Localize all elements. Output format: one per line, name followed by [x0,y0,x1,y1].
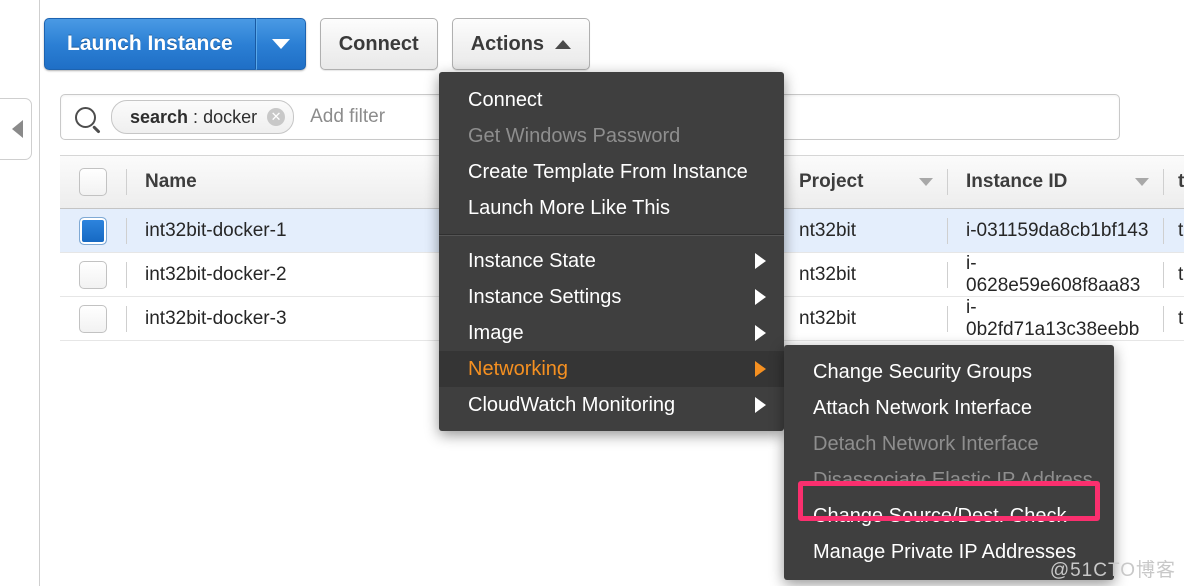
cell-name: int32bit-docker-3 [145,307,287,329]
filter-token-separator: : [193,106,199,127]
menu-item-label: Manage Private IP Addresses [813,540,1077,563]
triangle-left-icon [12,120,23,138]
connect-button[interactable]: Connect [319,18,438,70]
sidebar-collapse-handle[interactable] [0,98,32,160]
filter-token-value: docker [203,106,258,127]
cell-truncated: t [1178,219,1184,241]
submenu-item-change-security-groups[interactable]: Change Security Groups [784,354,1114,390]
actions-button[interactable]: Actions [451,18,591,70]
menu-divider [439,234,784,236]
actions-button-label: Actions [470,32,545,55]
cell-project: nt32bit [799,219,857,241]
submenu-item-attach-network-interface[interactable]: Attach Network Interface [784,390,1114,426]
menu-item-label: Change Security Groups [813,360,1033,383]
caret-up-icon [555,39,572,49]
menu-item-instance-settings[interactable]: Instance Settings [439,279,784,315]
cell-project: nt32bit [799,263,857,285]
column-header-name[interactable]: Name [127,171,347,193]
submenu-item-change-source-dest-check[interactable]: Change Source/Dest. Check [784,498,1114,534]
menu-item-label: Connect [468,88,543,111]
actions-dropdown-menu[interactable]: Connect Get Windows Password Create Temp… [439,72,784,431]
filter-token-key: search [130,106,189,127]
column-header-instance-id[interactable]: Instance ID [948,171,1163,193]
menu-item-label: Attach Network Interface [813,396,1032,419]
row-checkbox[interactable] [60,260,126,289]
cell-instance-id: i-0b2fd71a13c38eebb [966,296,1140,340]
search-icon [75,106,107,128]
submenu-item-detach-network-interface: Detach Network Interface [784,426,1114,462]
menu-item-label: Create Template From Instance [468,160,748,183]
close-circle-icon[interactable]: ✕ [267,108,286,126]
menu-item-label: Networking [468,357,569,380]
column-header-project-label: Project [799,171,864,192]
menu-item-networking[interactable]: Networking [439,351,784,387]
row-checkbox[interactable] [60,304,126,333]
cell-truncated: t [1178,307,1184,329]
row-checkbox[interactable] [60,216,126,245]
cell-name: int32bit-docker-2 [145,263,287,285]
menu-item-label: Instance State [468,249,596,272]
submenu-arrow-icon [755,325,766,341]
menu-item-label: Instance Settings [468,285,622,308]
menu-item-label: Get Windows Password [468,124,681,147]
menu-item-label: CloudWatch Monitoring [468,393,676,416]
toolbar: Launch Instance Connect Actions [44,18,591,70]
networking-submenu[interactable]: Change Security Groups Attach Network In… [784,345,1114,580]
chevron-down-icon[interactable] [1135,178,1149,186]
launch-instance-button-group[interactable]: Launch Instance [44,18,306,70]
ec2-console-screenshot: Launch Instance Connect Actions search :… [0,0,1184,586]
menu-item-cloudwatch-monitoring[interactable]: CloudWatch Monitoring [439,387,784,423]
menu-item-get-windows-password: Get Windows Password [439,118,784,154]
filter-token-search-docker[interactable]: search : docker ✕ [111,100,295,134]
launch-instance-button[interactable]: Launch Instance [44,18,256,70]
menu-item-label: Image [468,321,524,344]
cell-truncated: t [1178,263,1184,285]
submenu-arrow-icon [755,253,766,269]
cell-instance-id: i-031159da8cb1bf143 [966,219,1149,241]
select-all-checkbox[interactable] [60,168,126,196]
cell-name: int32bit-docker-1 [145,219,287,241]
menu-item-instance-state[interactable]: Instance State [439,243,784,279]
menu-item-label: Detach Network Interface [813,432,1039,455]
launch-instance-dropdown-button[interactable] [255,18,306,70]
menu-item-label: Launch More Like This [468,196,670,219]
menu-item-label: Disassociate Elastic IP Address [813,468,1093,491]
add-filter-input[interactable]: Add filter [310,106,385,128]
cell-instance-id: i-0628e59e608f8aa83 [966,252,1141,296]
menu-item-connect[interactable]: Connect [439,82,784,118]
menu-item-launch-more-like-this[interactable]: Launch More Like This [439,190,784,226]
submenu-arrow-icon [755,397,766,413]
menu-item-label: Change Source/Dest. Check [813,504,1067,527]
column-header-project[interactable]: Project [787,171,947,193]
watermark: @51CTO博客 [1049,560,1176,581]
column-header-truncated[interactable]: t [1164,171,1184,193]
menu-item-image[interactable]: Image [439,315,784,351]
chevron-down-icon[interactable] [919,178,933,186]
column-header-instance-id-label: Instance ID [966,171,1068,192]
menu-item-create-template-from-instance[interactable]: Create Template From Instance [439,154,784,190]
submenu-arrow-icon [755,361,766,377]
left-navigation-rail [0,0,40,586]
submenu-arrow-icon [755,289,766,305]
submenu-item-disassociate-elastic-ip-address: Disassociate Elastic IP Address [784,462,1114,498]
cell-project: nt32bit [799,307,857,329]
caret-down-icon [271,39,290,49]
